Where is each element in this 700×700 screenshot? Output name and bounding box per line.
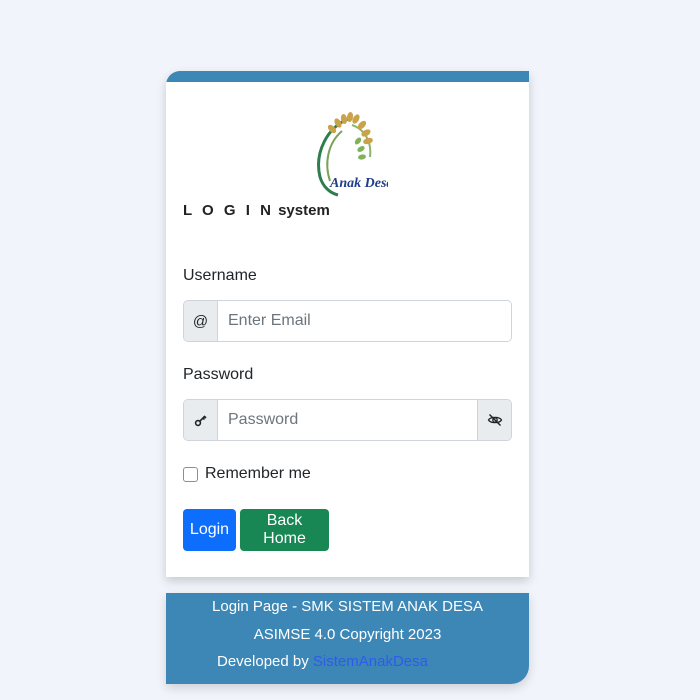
remember-me-checkbox[interactable] (183, 466, 198, 482)
eye-slash-icon[interactable] (477, 400, 511, 440)
login-card: Anak Desa L O G I N system Username @ Pa… (166, 71, 529, 577)
footer-title: Login Page - SMK SISTEM ANAK DESA (212, 598, 483, 615)
key-icon (184, 400, 218, 440)
password-input-group (183, 399, 512, 441)
developed-by-text: Developed by (217, 653, 309, 670)
page: Anak Desa L O G I N system Username @ Pa… (0, 0, 700, 700)
remember-me-row: Remember me (183, 465, 311, 483)
rice-plant-logo-icon: Anak Desa (317, 112, 393, 197)
footer-developed-by: Developed by SistemAnakDesa (217, 653, 428, 670)
username-input[interactable] (218, 301, 511, 341)
svg-text:Anak Desa: Anak Desa (329, 176, 388, 191)
login-title-rest: system (278, 202, 330, 219)
login-title: L O G I N system (183, 202, 330, 219)
back-home-button[interactable]: Back Home (240, 509, 329, 551)
developer-link[interactable]: SistemAnakDesa (313, 653, 428, 670)
username-input-group: @ (183, 300, 512, 342)
username-label: Username (183, 267, 257, 284)
password-input[interactable] (218, 400, 477, 440)
login-button[interactable]: Login (183, 509, 236, 551)
card-top-accent-bar (166, 71, 529, 82)
remember-me-label[interactable]: Remember me (205, 465, 311, 483)
login-title-spaced: L O G I N (183, 202, 274, 219)
footer: Login Page - SMK SISTEM ANAK DESA ASIMSE… (166, 593, 529, 684)
at-icon: @ (184, 301, 218, 341)
password-label: Password (183, 366, 254, 383)
anak-desa-logo: Anak Desa (308, 107, 393, 199)
footer-copyright: ASIMSE 4.0 Copyright 2023 (253, 626, 442, 643)
